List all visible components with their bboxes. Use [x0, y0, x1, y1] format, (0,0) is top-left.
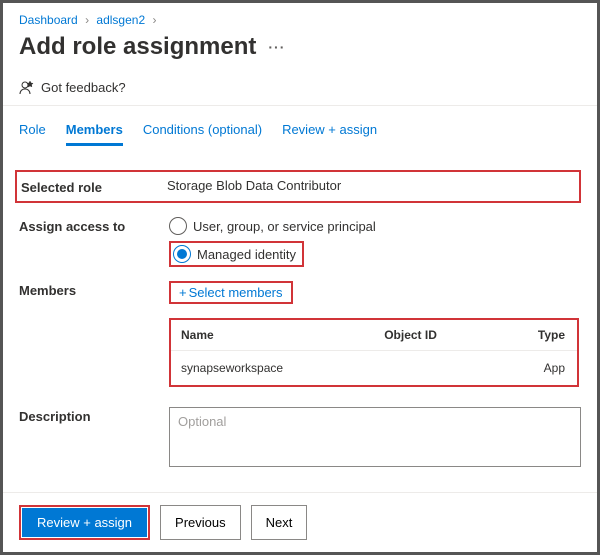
- cell-type: App: [495, 351, 577, 386]
- members-table: Name Object ID Type synapseworkspace App: [169, 318, 579, 387]
- tab-conditions[interactable]: Conditions (optional): [143, 122, 262, 146]
- radio-icon: [169, 217, 187, 235]
- description-label: Description: [19, 407, 169, 424]
- cell-name: synapseworkspace: [171, 351, 374, 386]
- more-menu-icon[interactable]: ···: [268, 39, 285, 55]
- select-members-label: Select members: [189, 285, 283, 300]
- review-assign-button[interactable]: Review + assign: [22, 508, 147, 537]
- divider: [3, 105, 597, 106]
- radio-user-label: User, group, or service principal: [193, 219, 376, 234]
- table-row[interactable]: synapseworkspace App: [171, 351, 577, 386]
- cell-object-id: [374, 351, 495, 386]
- col-object-id[interactable]: Object ID: [374, 320, 495, 351]
- feedback-label: Got feedback?: [41, 80, 126, 95]
- select-members-button[interactable]: + Select members: [179, 285, 283, 300]
- selected-role-label: Selected role: [17, 178, 167, 195]
- table-header-row: Name Object ID Type: [171, 320, 577, 351]
- description-input[interactable]: [169, 407, 581, 467]
- selected-role-row: Selected role Storage Blob Data Contribu…: [15, 170, 581, 203]
- radio-managed-identity[interactable]: Managed identity: [173, 245, 296, 263]
- feedback-icon: [19, 79, 35, 95]
- breadcrumb: Dashboard › adlsgen2 ›: [19, 13, 581, 27]
- next-button[interactable]: Next: [251, 505, 308, 540]
- radio-user-group[interactable]: User, group, or service principal: [169, 217, 581, 235]
- tab-members[interactable]: Members: [66, 122, 123, 146]
- col-name[interactable]: Name: [171, 320, 374, 351]
- tab-review[interactable]: Review + assign: [282, 122, 377, 146]
- tab-role[interactable]: Role: [19, 122, 46, 146]
- previous-button[interactable]: Previous: [160, 505, 241, 540]
- breadcrumb-resource[interactable]: adlsgen2: [96, 13, 145, 27]
- breadcrumb-dashboard[interactable]: Dashboard: [19, 13, 78, 27]
- assign-access-label: Assign access to: [19, 217, 169, 234]
- footer: Review + assign Previous Next: [3, 492, 597, 552]
- tabs: Role Members Conditions (optional) Revie…: [19, 122, 581, 146]
- selected-role-value: Storage Blob Data Contributor: [167, 178, 579, 195]
- members-label: Members: [19, 281, 169, 298]
- plus-icon: +: [179, 285, 187, 300]
- page-title: Add role assignment: [19, 33, 256, 61]
- col-type[interactable]: Type: [495, 320, 577, 351]
- feedback-link[interactable]: Got feedback?: [19, 79, 581, 95]
- radio-icon: [173, 245, 191, 263]
- radio-managed-label: Managed identity: [197, 247, 296, 262]
